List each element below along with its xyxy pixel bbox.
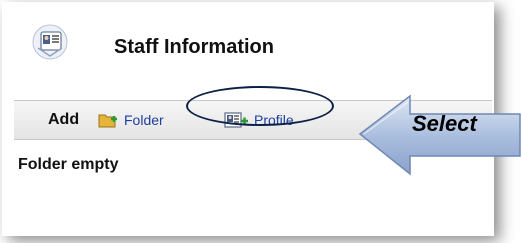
staff-directory-icon bbox=[32, 24, 68, 60]
add-folder-button[interactable]: Folder bbox=[98, 107, 164, 133]
empty-message: Folder empty bbox=[18, 156, 119, 173]
add-folder-label: Folder bbox=[124, 112, 164, 128]
folder-add-icon bbox=[98, 114, 117, 128]
add-label: Add bbox=[48, 111, 80, 128]
page-title: Staff Information bbox=[114, 36, 274, 58]
callout-label: Select bbox=[412, 111, 477, 136]
header: Staff Information bbox=[2, 2, 494, 82]
highlight-ellipse bbox=[186, 86, 334, 126]
